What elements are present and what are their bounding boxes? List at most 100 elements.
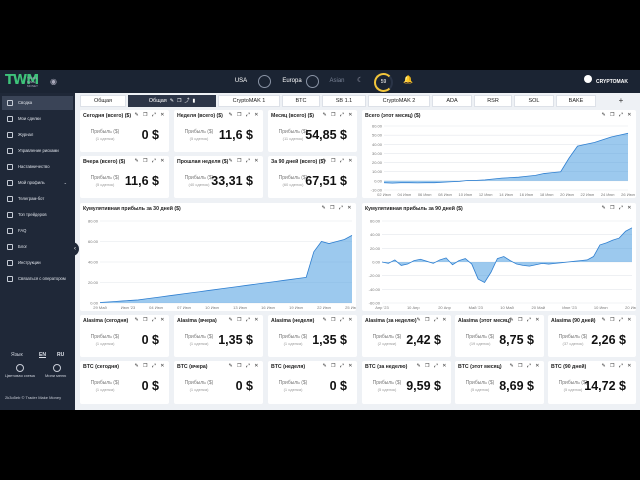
stat-title: BTC (90 дней): [551, 364, 587, 370]
sidebar-item-journal[interactable]: Журнал: [2, 128, 73, 142]
book-icon: [7, 260, 13, 266]
tab-label: SOL: [528, 98, 540, 104]
card-tools[interactable]: ✎ ❐ ⤢ ✕: [509, 363, 541, 369]
card-tools[interactable]: ✎ ❐ ⤢ ✕: [322, 363, 354, 369]
sidebar-item-risk-management[interactable]: Управление рисками: [2, 144, 73, 158]
chart-card-month-total: Всего (этот месяц) ($) ✎ ❐ ⤢ ✕ 60.00 50.0…: [362, 110, 636, 198]
color-scheme-label[interactable]: Цветовая схема: [5, 373, 35, 378]
tab-bake[interactable]: BAKE: [556, 95, 596, 107]
card-tools[interactable]: ✎ ❐ ⤢ ✕: [228, 158, 260, 164]
fear-greed-gauge[interactable]: 59: [374, 73, 393, 92]
stat-subtitle: (2 сделки): [377, 341, 397, 346]
stat-title: BTC (этот месяц): [458, 364, 502, 370]
sidebar-collapse-button[interactable]: ‹: [71, 242, 79, 256]
card-tools[interactable]: ✎ ❐ ⤢ ✕: [134, 363, 166, 369]
stat-label: Прибыль ($): [372, 380, 402, 386]
x-tick-label: 10 Май: [500, 305, 513, 310]
tab-label: Общая: [148, 98, 167, 104]
sidebar-item-summary[interactable]: Сводка: [2, 96, 73, 110]
card-tools[interactable]: ✎ ❐ ⤢ ✕: [322, 317, 354, 323]
card-tools[interactable]: ✎ ❐ ⤢ ✕: [134, 112, 166, 118]
stat-value: 0 $: [141, 333, 159, 347]
user-name[interactable]: CRYPTOMAK: [596, 79, 628, 85]
x-tick-label: 12 Июн: [479, 192, 493, 197]
stat-card: BTC (неделя) ✎ ❐ ⤢ ✕ Прибыль ($) (1 сделка)…: [268, 361, 357, 404]
x-tick-label: 02 Июн: [377, 192, 391, 197]
bell-icon[interactable]: 🔔: [403, 75, 413, 84]
language-ru[interactable]: RU: [57, 352, 64, 358]
y-tick-label: 0.00: [372, 260, 381, 265]
tab-sb-1-1[interactable]: SB 1.1: [322, 95, 366, 107]
sidebar-item-contact-operator[interactable]: Связаться с оператором: [2, 272, 73, 286]
region-europa: Europa: [282, 78, 302, 84]
y-tick-label: 20.00: [88, 280, 99, 285]
add-tab-button[interactable]: +: [616, 95, 626, 106]
logo-subtitle: TRADE MAKE MONEY: [27, 76, 39, 88]
trash-icon[interactable]: ▮: [192, 98, 195, 104]
card-tools[interactable]: ✎ ❐ ⤢ ✕: [601, 205, 633, 211]
x-tick-label: 22 Июн: [581, 192, 595, 197]
card-tools[interactable]: ✎ ❐ ⤢ ✕: [601, 112, 633, 118]
chart-card-cumulative-90: Кумулятивная прибыль за 90 дней ($) ✎ ❐ …: [362, 203, 636, 311]
tab-cryptomak-2[interactable]: CryptoMAK 2: [368, 95, 430, 107]
card-tools[interactable]: ✎ ❐ ⤢ ✕: [228, 112, 260, 118]
x-tick-label: 18 Июн: [540, 192, 554, 197]
card-tools[interactable]: ✎ ❐ ⤢ ✕: [509, 317, 541, 323]
tab-general-active[interactable]: Общая ✎ ❐ ⤴ ▮: [128, 95, 216, 107]
sidebar-item-telegram-bot[interactable]: Телеграм-бот: [2, 192, 73, 206]
share-icon[interactable]: ⤴: [184, 98, 189, 104]
eye-icon[interactable]: ◉: [50, 77, 57, 86]
sidebar-item-label: Мои сделки: [18, 116, 41, 121]
brand-logo[interactable]: TWM TRADE MAKE MONEY: [5, 73, 45, 90]
card-tools[interactable]: ✎ ❐ ⤢ ✕: [134, 317, 166, 323]
stat-subtitle: (5 сделок): [95, 182, 115, 187]
sidebar-item-mentoring[interactable]: Наставничество: [2, 160, 73, 174]
color-scheme-icon[interactable]: [16, 364, 24, 372]
sidebar-item-label: Топ трейдеров: [18, 212, 47, 217]
tab-general[interactable]: Общая: [80, 95, 126, 107]
card-tools[interactable]: ✎ ❐ ⤢ ✕: [134, 158, 166, 164]
stat-value: 9,59 $: [406, 379, 441, 393]
tab-ada[interactable]: ADA: [432, 95, 472, 107]
edit-icon[interactable]: ✎: [170, 98, 174, 104]
tab-sol[interactable]: SOL: [514, 95, 554, 107]
sidebar-item-instructions[interactable]: Инструкции: [2, 256, 73, 270]
sidebar-item-faq[interactable]: FAQ: [2, 224, 73, 238]
x-tick-label: 04 Июн: [398, 192, 412, 197]
mini-menu-label[interactable]: Мини меню: [45, 373, 66, 378]
tab-cryptomak-1[interactable]: CryptoMAK 1: [218, 95, 280, 107]
moon-icon: ☾: [357, 77, 364, 84]
sidebar-item-top-traders[interactable]: Топ трейдеров: [2, 208, 73, 222]
user-avatar[interactable]: [584, 75, 592, 83]
card-tools[interactable]: ✎ ❐ ⤢ ✕: [322, 112, 354, 118]
x-tick-label: Май '23: [469, 305, 484, 310]
x-tick-label: 14 Июн: [499, 192, 513, 197]
tab-btc[interactable]: BTC: [282, 95, 320, 107]
card-tools[interactable]: ✎ ❐ ⤢ ✕: [228, 317, 260, 323]
stat-title: Alasima (неделя): [271, 318, 315, 324]
card-tools[interactable]: ✎ ❐ ⤢ ✕: [321, 205, 353, 211]
stat-value: 2,42 $: [406, 333, 441, 347]
sidebar-item-blog[interactable]: Блог: [2, 240, 73, 254]
card-tools[interactable]: ✎ ❐ ⤢ ✕: [601, 363, 633, 369]
y-tick-label: 40.00: [370, 232, 381, 237]
stat-title: За 90 дней (всего) ($): [271, 159, 326, 165]
sidebar-item-label: Телеграм-бот: [18, 196, 45, 201]
language-en[interactable]: EN: [39, 352, 46, 358]
copy-icon[interactable]: ❐: [177, 98, 181, 104]
card-tools[interactable]: ✎ ❐ ⤢ ✕: [416, 317, 448, 323]
stat-card: Alasima (90 дней) ✎ ❐ ⤢ ✕ Прибыль ($) (37 с…: [548, 315, 636, 357]
x-tick-label: 10 Апр: [407, 305, 420, 310]
sidebar-item-my-trades[interactable]: Мои сделки: [2, 112, 73, 126]
sidebar-item-profile[interactable]: Мой профиль ⌄: [2, 176, 73, 190]
x-tick-label: 10 Июн: [205, 305, 219, 310]
stat-subtitle: (5 сделок): [470, 387, 490, 392]
card-tools[interactable]: ✎ ❐ ⤢ ✕: [416, 363, 448, 369]
stat-title: BTC (неделя): [271, 364, 306, 370]
mini-menu-icon[interactable]: [53, 364, 61, 372]
card-tools[interactable]: ✎ ❐ ⤢ ✕: [601, 317, 633, 323]
card-tools[interactable]: ✎ ❐ ⤢ ✕: [322, 158, 354, 164]
card-tools[interactable]: ✎ ❐ ⤢ ✕: [228, 363, 260, 369]
tab-rsr[interactable]: RSR: [474, 95, 512, 107]
stat-card: Неделя (всего) ($) ✎ ❐ ⤢ ✕ Прибыль ($) (5 с…: [174, 110, 263, 152]
